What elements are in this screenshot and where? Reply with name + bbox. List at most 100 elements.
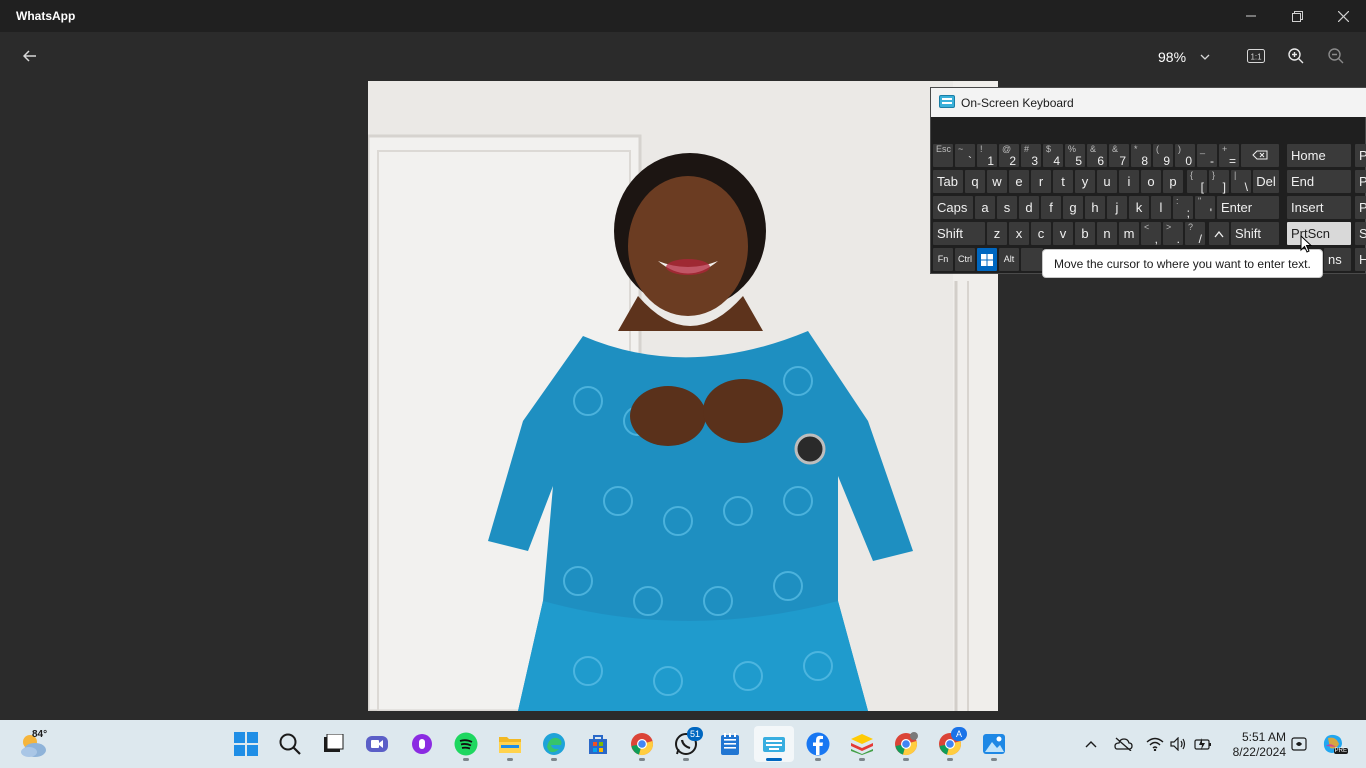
volume-tray-button[interactable] <box>1168 734 1190 754</box>
taskbar-app-edge[interactable] <box>534 726 574 762</box>
key-row4-extra-2[interactable]: ? / <box>1185 222 1205 246</box>
key-row2-extra-0[interactable]: {[ <box>1187 170 1207 194</box>
key-m[interactable]: m <box>1119 222 1139 245</box>
key-row4-extra-0[interactable]: <, <box>1141 222 1161 246</box>
key-a[interactable]: a <box>975 196 995 219</box>
wifi-tray-button[interactable] <box>1144 734 1166 754</box>
task-view-button[interactable] <box>313 726 353 762</box>
nav-key-right-3[interactable]: S <box>1355 222 1366 245</box>
key-j[interactable]: j <box>1107 196 1127 219</box>
key-row1-10[interactable]: (9 <box>1153 144 1173 168</box>
key-z[interactable]: z <box>987 222 1007 245</box>
key-e[interactable]: e <box>1009 170 1029 193</box>
key-row2-extra-2[interactable]: | \ <box>1231 170 1251 194</box>
close-button[interactable] <box>1320 0 1366 32</box>
battery-tray-button[interactable] <box>1192 734 1214 754</box>
nav-key-right-2[interactable]: P <box>1355 196 1366 219</box>
taskbar-app-chrome-profile-a[interactable]: A <box>930 726 970 762</box>
key-o[interactable]: o <box>1141 170 1161 193</box>
shift-right-key[interactable]: Shift <box>1231 222 1279 245</box>
key-h[interactable]: h <box>1085 196 1105 219</box>
nav-key-right-1[interactable]: P <box>1355 170 1366 193</box>
taskbar-clock[interactable]: 5:51 AM 8/22/2024 <box>1222 730 1286 760</box>
key-u[interactable]: u <box>1097 170 1117 193</box>
options-key[interactable]: ns <box>1324 248 1351 271</box>
key-t[interactable]: t <box>1053 170 1073 193</box>
taskbar-app-file-explorer[interactable] <box>490 726 530 762</box>
taskbar-app-chrome[interactable] <box>622 726 662 762</box>
key-c[interactable]: c <box>1031 222 1051 245</box>
minimize-button[interactable] <box>1228 0 1274 32</box>
key-row1-0[interactable]: Esc <box>933 144 953 167</box>
taskbar-app-notepad[interactable] <box>710 726 750 762</box>
key-y[interactable]: y <box>1075 170 1095 193</box>
key-row1-11[interactable]: ) 0 <box>1175 144 1195 168</box>
key-row3-extra-1[interactable]: " ' <box>1195 196 1215 220</box>
arrow-up-key[interactable] <box>1209 222 1229 245</box>
taskbar-app-facebook[interactable] <box>798 726 838 762</box>
key-row1-12[interactable]: _ - <box>1197 144 1217 168</box>
start-button[interactable] <box>226 726 266 762</box>
enter-key[interactable]: Enter <box>1217 196 1279 219</box>
zoom-out-button[interactable] <box>1323 44 1349 68</box>
back-button[interactable] <box>14 42 46 70</box>
zoom-in-button[interactable] <box>1283 44 1309 68</box>
onedrive-tray-button[interactable] <box>1112 734 1134 754</box>
nav-key-home[interactable]: Home <box>1287 144 1351 167</box>
key-w[interactable]: w <box>987 170 1007 193</box>
key-row1-2[interactable]: ! 1 <box>977 144 997 168</box>
key-row1-1[interactable]: ~ ` <box>955 144 975 168</box>
taskbar-app-store[interactable] <box>578 726 618 762</box>
nav-key-right-4[interactable]: H <box>1355 248 1366 271</box>
backspace-key[interactable] <box>1241 144 1279 167</box>
taskbar-app-on-screen-keyboard[interactable] <box>754 726 794 762</box>
ctrl-key[interactable]: Ctrl <box>955 248 975 271</box>
key-d[interactable]: d <box>1019 196 1039 219</box>
key-row1-6[interactable]: % 5 <box>1065 144 1085 168</box>
key-x[interactable]: x <box>1009 222 1029 245</box>
key-row4-extra-1[interactable]: >. <box>1163 222 1183 246</box>
key-row1-3[interactable]: @2 <box>999 144 1019 168</box>
key-l[interactable]: l <box>1151 196 1171 219</box>
search-button[interactable] <box>270 726 310 762</box>
nav-key-right-0[interactable]: P <box>1355 144 1366 167</box>
key-k[interactable]: k <box>1129 196 1149 219</box>
key-row1-13[interactable]: + = <box>1219 144 1239 168</box>
nav-key-prtscn[interactable]: PrtScn <box>1287 222 1351 245</box>
fn-key[interactable]: Fn <box>933 248 953 271</box>
taskbar-app-meet[interactable] <box>357 726 397 762</box>
taskbar-app-bluestacks[interactable] <box>842 726 882 762</box>
key-n[interactable]: n <box>1097 222 1117 245</box>
key-v[interactable]: v <box>1053 222 1073 245</box>
key-p[interactable]: p <box>1163 170 1183 193</box>
copilot-button[interactable]: PRE <box>1318 734 1348 754</box>
osk-title-bar[interactable]: On-Screen Keyboard <box>931 88 1366 117</box>
key-f[interactable]: f <box>1041 196 1061 219</box>
key-row1-5[interactable]: $4 <box>1043 144 1063 168</box>
show-hidden-icons-button[interactable] <box>1080 734 1102 754</box>
key-i[interactable]: i <box>1119 170 1139 193</box>
actual-size-button[interactable]: 1:1 <box>1243 44 1269 68</box>
space-key[interactable] <box>1021 248 1043 271</box>
delete-key[interactable]: Del <box>1253 170 1279 193</box>
taskbar-app-purple[interactable] <box>402 726 442 762</box>
restore-button[interactable] <box>1274 0 1320 32</box>
taskbar-app-spotify[interactable] <box>446 726 486 762</box>
key-row3-extra-0[interactable]: :; <box>1173 196 1193 220</box>
zoom-level-dropdown[interactable]: 98% <box>1158 46 1222 68</box>
taskbar-app-chrome-profile[interactable] <box>886 726 926 762</box>
key-row1-9[interactable]: * 8 <box>1131 144 1151 168</box>
key-s[interactable]: s <box>997 196 1017 219</box>
taskbar-app-whatsapp[interactable]: 51 <box>666 726 706 762</box>
key-row1-4[interactable]: #3 <box>1021 144 1041 168</box>
focus-tray-button[interactable] <box>1288 734 1310 754</box>
nav-key-end[interactable]: End <box>1287 170 1351 193</box>
key-q[interactable]: q <box>965 170 985 193</box>
alt-key[interactable]: Alt <box>999 248 1019 271</box>
taskbar-app-photos[interactable] <box>974 726 1014 762</box>
key-row1-7[interactable]: & 6 <box>1087 144 1107 168</box>
shift-left-key[interactable]: Shift <box>933 222 985 245</box>
key-r[interactable]: r <box>1031 170 1051 193</box>
key-g[interactable]: g <box>1063 196 1083 219</box>
tab-key[interactable]: Tab <box>933 170 963 193</box>
